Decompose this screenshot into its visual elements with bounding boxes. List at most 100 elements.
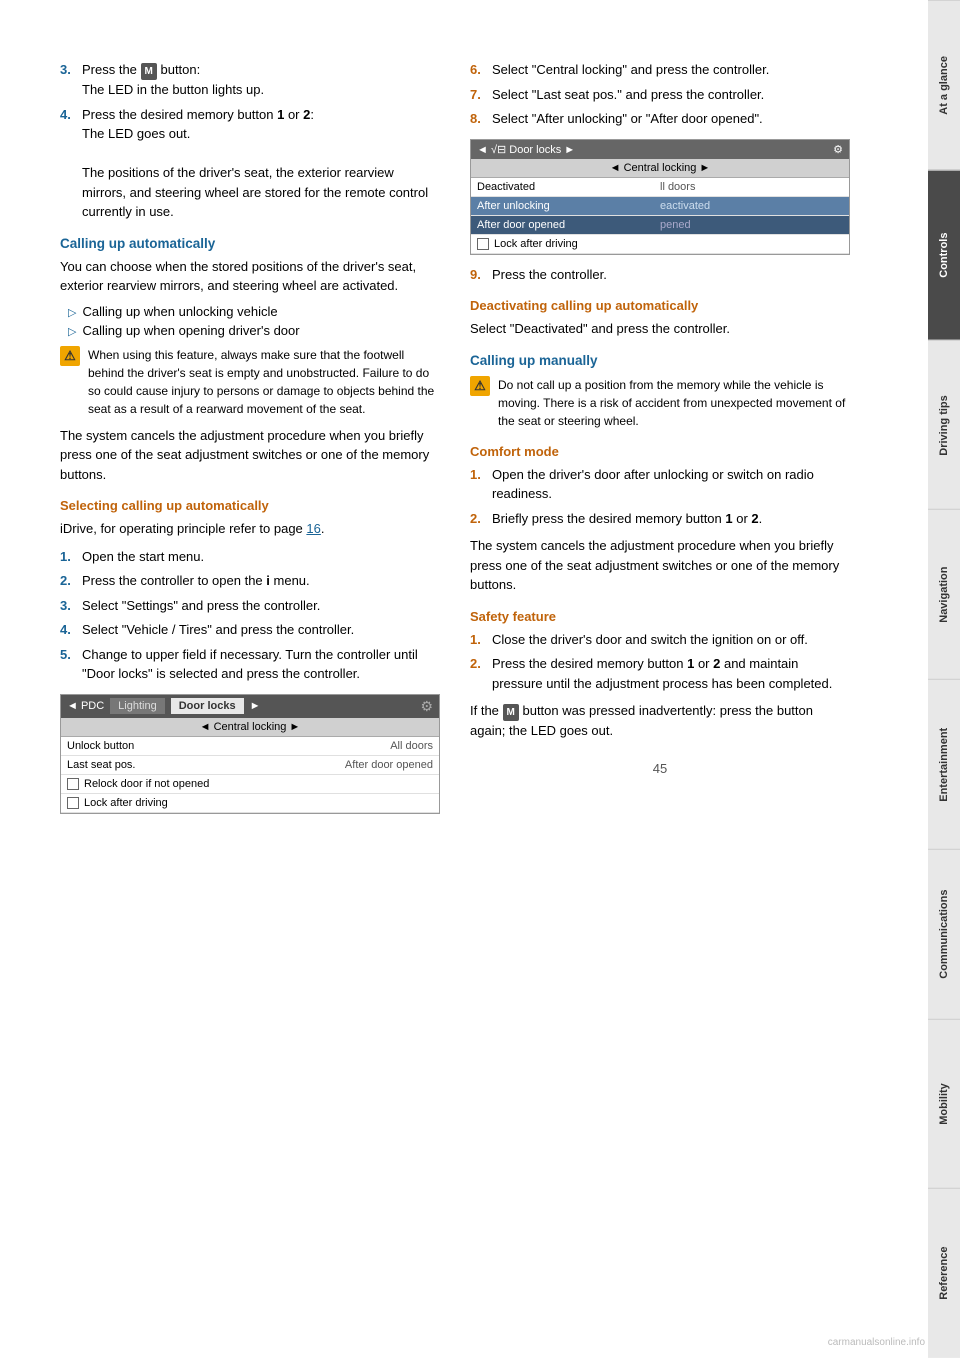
m-button: M bbox=[141, 63, 157, 80]
ui-row-selected: After unlocking eactivated bbox=[471, 197, 849, 216]
sidebar-tab-mobility[interactable]: Mobility bbox=[928, 1019, 960, 1189]
ui-tab-door-locks: Door locks bbox=[171, 698, 244, 714]
step-content: Change to upper field if necessary. Turn… bbox=[82, 645, 440, 684]
step-content: Press the controller. bbox=[492, 265, 850, 285]
ui-checkbox-row: Lock after driving bbox=[471, 235, 849, 254]
comfort-heading: Comfort mode bbox=[470, 444, 850, 459]
step-content: Select "Settings" and press the controll… bbox=[82, 596, 440, 616]
sidebar-tab-communications[interactable]: Communications bbox=[928, 849, 960, 1019]
step-4: 4. Press the desired memory button 1 or … bbox=[60, 105, 440, 222]
ui-screenshot-2: ◄ √⊟ Door locks ► ⚙ ◄ Central locking ► … bbox=[470, 139, 850, 255]
step-number: 1. bbox=[470, 465, 492, 504]
step-number: 4. bbox=[60, 105, 82, 222]
calling-up-text: You can choose when the stored positions… bbox=[60, 257, 440, 296]
deactivating-heading: Deactivating calling up automatically bbox=[470, 298, 850, 313]
sidebar-tab-driving-tips[interactable]: Driving tips bbox=[928, 340, 960, 510]
sidebar-tab-at-a-glance[interactable]: At a glance bbox=[928, 0, 960, 170]
ui-header-2: ◄ √⊟ Door locks ► ⚙ bbox=[471, 140, 849, 159]
settings-icon: ⚙ bbox=[420, 698, 433, 715]
ui-row: Deactivated ll doors bbox=[471, 178, 849, 197]
sidebar-tab-entertainment[interactable]: Entertainment bbox=[928, 679, 960, 849]
right-column: 6. Select "Central locking" and press th… bbox=[470, 60, 850, 1318]
step-1: 1. Open the start menu. bbox=[60, 547, 440, 567]
step-number: 1. bbox=[60, 547, 82, 567]
sidebar: At a glance Controls Driving tips Naviga… bbox=[928, 0, 960, 1358]
warning-text-2: Do not call up a position from the memor… bbox=[498, 376, 850, 430]
safety-heading: Safety feature bbox=[470, 609, 850, 624]
step-content: Select "After unlocking" or "After door … bbox=[492, 109, 850, 129]
ui-row-dark: After door opened pened bbox=[471, 216, 849, 235]
ui-subheader: ◄ Central locking ► bbox=[61, 718, 439, 737]
ui-screenshot-1: ◄ PDC Lighting Door locks ► ⚙ ◄ Central … bbox=[60, 694, 440, 814]
comfort-step-1: 1. Open the driver's door after unlockin… bbox=[470, 465, 850, 504]
ui-checkbox-row: Relock door if not opened bbox=[61, 775, 439, 794]
bullet-item: ▷ Calling up when opening driver's door bbox=[60, 323, 440, 338]
checkbox-label: Lock after driving bbox=[84, 797, 168, 809]
sidebar-tab-controls[interactable]: Controls bbox=[928, 170, 960, 340]
bullet-arrow-icon: ▷ bbox=[68, 325, 76, 338]
step-5: 5. Change to upper field if necessary. T… bbox=[60, 645, 440, 684]
ui-subheader-2: ◄ Central locking ► bbox=[471, 159, 849, 178]
bullet-text: Calling up when opening driver's door bbox=[82, 323, 299, 338]
ui-checkbox-row: Lock after driving bbox=[61, 794, 439, 813]
step-number: 2. bbox=[60, 571, 82, 591]
warning-box: ⚠ When using this feature, always make s… bbox=[60, 346, 440, 418]
step-3: 3. Press the M button: The LED in the bu… bbox=[60, 60, 440, 100]
step-number: 6. bbox=[470, 60, 492, 80]
step-number: 7. bbox=[470, 85, 492, 105]
step-9: 9. Press the controller. bbox=[470, 265, 850, 285]
row-label: After door opened bbox=[477, 219, 660, 231]
step-number: 5. bbox=[60, 645, 82, 684]
step-content: Open the driver's door after unlocking o… bbox=[492, 465, 850, 504]
row-label: Last seat pos. bbox=[67, 759, 250, 771]
step-8: 8. Select "After unlocking" or "After do… bbox=[470, 109, 850, 129]
ui-tab-lighting: Lighting bbox=[110, 698, 165, 714]
checkbox-label: Relock door if not opened bbox=[84, 778, 209, 790]
step-content: Close the driver's door and switch the i… bbox=[492, 630, 850, 650]
settings-icon: ⚙ bbox=[833, 143, 843, 156]
sidebar-tab-reference[interactable]: Reference bbox=[928, 1188, 960, 1358]
safety-step-1: 1. Close the driver's door and switch th… bbox=[470, 630, 850, 650]
step-7: 7. Select "Last seat pos." and press the… bbox=[470, 85, 850, 105]
row-label: After unlocking bbox=[477, 200, 660, 212]
step-number: 2. bbox=[470, 509, 492, 529]
page-number: 45 bbox=[470, 761, 850, 776]
step-number: 1. bbox=[470, 630, 492, 650]
row-label: Deactivated bbox=[477, 181, 660, 193]
ui-row: Unlock button All doors bbox=[61, 737, 439, 756]
idrive-text: iDrive, for operating principle refer to… bbox=[60, 519, 440, 539]
comfort-step-2: 2. Briefly press the desired memory butt… bbox=[470, 509, 850, 529]
deactivating-text: Select "Deactivated" and press the contr… bbox=[470, 319, 850, 339]
ui-header-left: ◄ PDC bbox=[67, 700, 104, 712]
checkbox bbox=[477, 238, 489, 250]
step-number: 8. bbox=[470, 109, 492, 129]
sidebar-tab-navigation[interactable]: Navigation bbox=[928, 509, 960, 679]
row-value: After door opened bbox=[250, 759, 433, 771]
row-label: Unlock button bbox=[67, 740, 250, 752]
step-number: 3. bbox=[60, 60, 82, 100]
comfort-cancel-text: The system cancels the adjustment proced… bbox=[470, 536, 850, 595]
bullet-text: Calling up when unlocking vehicle bbox=[82, 304, 277, 319]
ui-header: ◄ PDC Lighting Door locks ► ⚙ bbox=[61, 695, 439, 718]
step-number: 3. bbox=[60, 596, 82, 616]
step-content: Briefly press the desired memory button … bbox=[492, 509, 850, 529]
row-value: All doors bbox=[250, 740, 433, 752]
bullet-arrow-icon: ▷ bbox=[68, 306, 76, 319]
safety-footer: If the M button was pressed inadvertentl… bbox=[470, 701, 850, 741]
m-button-icon: M bbox=[503, 704, 519, 721]
step-6: 6. Select "Central locking" and press th… bbox=[470, 60, 850, 80]
selecting-heading: Selecting calling up automatically bbox=[60, 498, 440, 513]
step-number: 4. bbox=[60, 620, 82, 640]
calling-up-heading: Calling up automatically bbox=[60, 236, 440, 251]
step-4b: 4. Select "Vehicle / Tires" and press th… bbox=[60, 620, 440, 640]
step-number: 9. bbox=[470, 265, 492, 285]
checkbox bbox=[67, 778, 79, 790]
checkbox-label: Lock after driving bbox=[494, 238, 578, 250]
warning-text: When using this feature, always make sur… bbox=[88, 346, 440, 418]
warning-icon-2: ⚠ bbox=[470, 376, 490, 396]
step-2: 2. Press the controller to open the i me… bbox=[60, 571, 440, 591]
step-number: 2. bbox=[470, 654, 492, 693]
step-content: Select "Last seat pos." and press the co… bbox=[492, 85, 850, 105]
cancel-text: The system cancels the adjustment proced… bbox=[60, 426, 440, 485]
ui-row: Last seat pos. After door opened bbox=[61, 756, 439, 775]
